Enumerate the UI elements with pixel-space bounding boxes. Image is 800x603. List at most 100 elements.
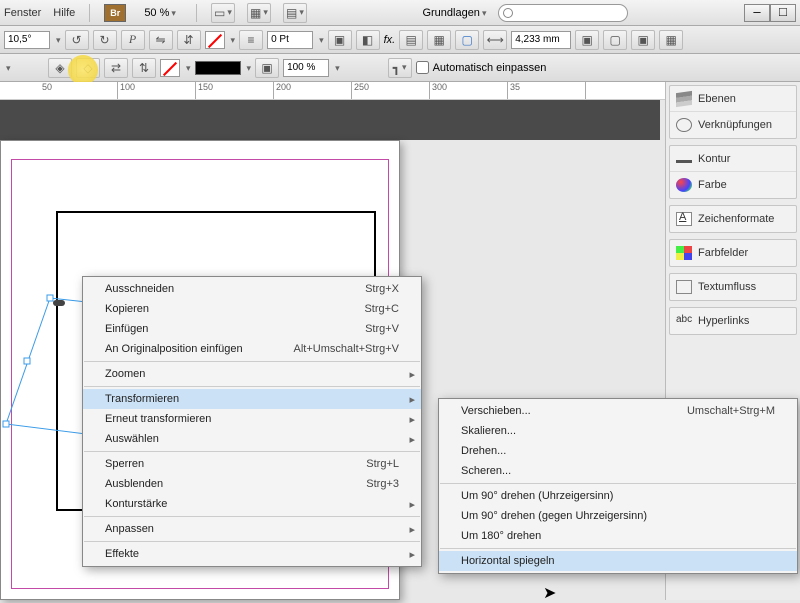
corner-options-icon[interactable]: ┓ xyxy=(388,58,412,78)
stroke-weight-dropdown[interactable] xyxy=(317,34,324,46)
stroke-weight-input[interactable] xyxy=(267,31,313,49)
divider xyxy=(89,4,90,22)
effects-fx-icon[interactable]: fx. xyxy=(384,34,396,46)
text-wrap-icon[interactable]: ▤ xyxy=(399,30,423,50)
sm-scale[interactable]: Skalieren... xyxy=(439,421,797,441)
link-v-icon[interactable]: ⇅ xyxy=(132,58,156,78)
sm-rotate[interactable]: Drehen... xyxy=(439,441,797,461)
sm-flip-horizontal[interactable]: Horizontal spiegeln xyxy=(439,551,797,571)
sm-shear[interactable]: Scheren... xyxy=(439,461,797,481)
sm-move[interactable]: Verschieben...Umschalt+Strg+M xyxy=(439,401,797,421)
cm-copy[interactable]: KopierenStrg+C xyxy=(83,299,421,319)
search-field[interactable] xyxy=(498,4,628,22)
menubar: Fenster Hilfe Br 50 % ▭ ▦ ▤ Grundlagen –… xyxy=(0,0,800,26)
cm-zoom[interactable]: Zoomen xyxy=(83,364,421,384)
panel-hyperlinks[interactable]: abcHyperlinks xyxy=(670,308,796,334)
arrange-documents-button[interactable]: ▦ xyxy=(247,3,271,23)
ruler-mark: 150 xyxy=(196,82,274,99)
pasteboard xyxy=(0,100,660,140)
menu-hilfe[interactable]: Hilfe xyxy=(53,7,75,19)
cm-lock[interactable]: SperrenStrg+L xyxy=(83,454,421,474)
links-icon xyxy=(676,118,692,132)
transform-submenu: Verschieben...Umschalt+Strg+M Skalieren.… xyxy=(438,398,798,574)
divider xyxy=(196,4,197,22)
cm-transform-again[interactable]: Erneut transformieren xyxy=(83,409,421,429)
panel-kontur[interactable]: Kontur xyxy=(670,146,796,172)
autofit-label: Automatisch einpassen xyxy=(433,62,547,74)
hyperlink-icon: abc xyxy=(676,314,692,328)
style-dropdown[interactable] xyxy=(4,62,44,74)
ruler-mark: 250 xyxy=(352,82,430,99)
panel-farbe[interactable]: Farbe xyxy=(670,172,796,198)
measure-input[interactable] xyxy=(511,31,571,49)
minimize-button[interactable]: – xyxy=(744,4,770,22)
cm-paste-in-place[interactable]: An Originalposition einfügenAlt+Umschalt… xyxy=(83,339,421,359)
tutorial-highlight xyxy=(68,55,98,85)
cm-stroke-weight[interactable]: Konturstärke xyxy=(83,494,421,514)
swatches-icon xyxy=(676,246,692,260)
textwrap-icon xyxy=(676,280,692,294)
stroke-style-dropdown[interactable] xyxy=(245,62,252,74)
cm-effects[interactable]: Effekte xyxy=(83,544,421,564)
width-icon: ⟷ xyxy=(483,30,507,50)
color-icon xyxy=(676,178,692,192)
panel-textumfluss[interactable]: Textumfluss xyxy=(670,274,796,300)
panel-verknuepfungen[interactable]: Verknüpfungen xyxy=(670,112,796,138)
link-h-icon[interactable]: ⇄ xyxy=(104,58,128,78)
stroke-weight-icon: ≡ xyxy=(239,30,263,50)
center-content-icon[interactable]: ▣ xyxy=(631,30,655,50)
charformat-icon xyxy=(676,212,692,226)
ruler-mark: 50 xyxy=(40,82,118,99)
layers-icon xyxy=(676,90,692,106)
shadow-icon[interactable]: ▣ xyxy=(328,30,352,50)
opacity-dropdown[interactable] xyxy=(333,62,340,74)
zoom-level[interactable]: 50 % xyxy=(138,7,182,19)
opacity-input[interactable] xyxy=(283,59,329,77)
rotation-dropdown[interactable] xyxy=(54,34,61,46)
ruler-mark: 35 xyxy=(508,82,586,99)
cm-fit[interactable]: Anpassen xyxy=(83,519,421,539)
stroke-icon xyxy=(676,160,692,163)
bridge-button[interactable]: Br xyxy=(104,4,126,22)
workspace-switcher[interactable]: Grundlagen xyxy=(422,7,486,19)
fit-frame-icon[interactable]: ▢ xyxy=(603,30,627,50)
stroke-none-swatch[interactable] xyxy=(160,59,180,77)
frame-fitting-icon[interactable]: ▢ xyxy=(455,30,479,50)
panel-zeichenformate[interactable]: Zeichenformate xyxy=(670,206,796,232)
context-menu: AusschneidenStrg+X KopierenStrg+C Einfüg… xyxy=(82,276,422,567)
fill-frame-icon[interactable]: ▦ xyxy=(659,30,683,50)
fill-dropdown[interactable] xyxy=(229,34,236,46)
sm-rotate180[interactable]: Um 180° drehen xyxy=(439,526,797,546)
gradient-icon[interactable]: ◧ xyxy=(356,30,380,50)
menu-fenster[interactable]: Fenster xyxy=(4,7,41,19)
view-options-button[interactable]: ▤ xyxy=(283,3,307,23)
cm-select[interactable]: Auswählen xyxy=(83,429,421,449)
panel-farbfelder[interactable]: Farbfelder xyxy=(670,240,796,266)
cm-paste[interactable]: EinfügenStrg+V xyxy=(83,319,421,339)
panel-ebenen[interactable]: Ebenen xyxy=(670,86,796,112)
no-fill-swatch[interactable] xyxy=(205,31,225,49)
horizontal-ruler[interactable]: 50 100 150 200 250 300 35 xyxy=(0,82,665,100)
rotate-cw-icon[interactable]: ↻ xyxy=(93,30,117,50)
opacity-icon: ▣ xyxy=(255,58,279,78)
control-panel-row2: ◈ ◇ ⇄ ⇅ ▣ ┓ Automatisch einpassen xyxy=(0,54,800,82)
cm-hide[interactable]: AusblendenStrg+3 xyxy=(83,474,421,494)
flip-h-icon[interactable]: ⇋ xyxy=(149,30,173,50)
cm-transform[interactable]: Transformieren xyxy=(83,389,421,409)
flip-v-icon[interactable]: ⇵ xyxy=(177,30,201,50)
sm-rotate90ccw[interactable]: Um 90° drehen (gegen Uhrzeigersinn) xyxy=(439,506,797,526)
stroke-style-preview[interactable] xyxy=(195,61,241,75)
autofit-checkbox[interactable] xyxy=(416,61,429,74)
sm-rotate90cw[interactable]: Um 90° drehen (Uhrzeigersinn) xyxy=(439,486,797,506)
paragraph-icon[interactable]: P xyxy=(121,30,145,50)
separator xyxy=(84,361,420,362)
rotation-input[interactable] xyxy=(4,31,50,49)
cm-cut[interactable]: AusschneidenStrg+X xyxy=(83,279,421,299)
ruler-mark: 200 xyxy=(274,82,352,99)
rotate-ccw-icon[interactable]: ↺ xyxy=(65,30,89,50)
screen-mode-button[interactable]: ▭ xyxy=(211,3,235,23)
stroke-dropdown[interactable] xyxy=(184,62,191,74)
text-frame-icon[interactable]: ▦ xyxy=(427,30,451,50)
fit-content-icon[interactable]: ▣ xyxy=(575,30,599,50)
maximize-button[interactable]: □ xyxy=(770,4,796,22)
